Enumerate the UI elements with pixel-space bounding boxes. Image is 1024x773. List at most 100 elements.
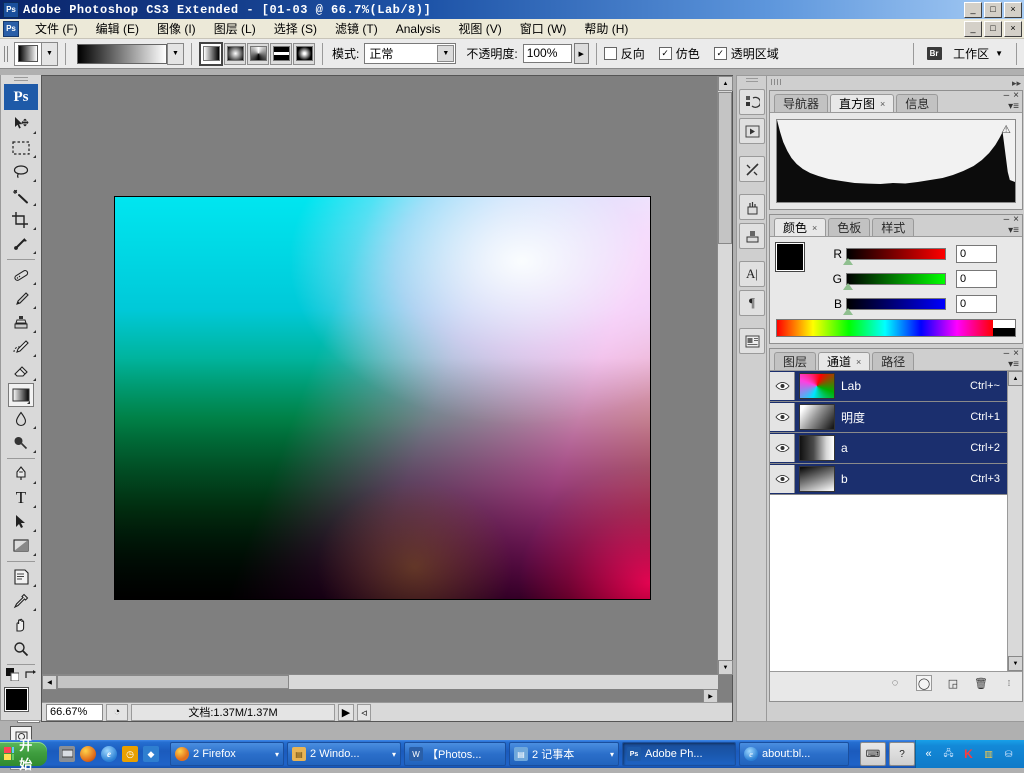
opacity-stepper-chevron-icon[interactable]: ▶ <box>573 43 589 64</box>
network-connection-icon[interactable]: ⛁ <box>1001 747 1016 762</box>
close-icon[interactable]: × <box>856 354 861 370</box>
color-spectrum-ramp[interactable] <box>776 319 1016 337</box>
default-colors-icon[interactable] <box>5 668 19 684</box>
close-icon[interactable]: × <box>812 220 817 236</box>
tab-swatches[interactable]: 色板 <box>828 218 871 236</box>
lasso-tool[interactable] <box>3 160 39 184</box>
show-desktop-icon[interactable] <box>59 746 76 762</box>
clock-icon[interactable]: ◷ <box>122 746 139 762</box>
layer-comps-panel-icon[interactable] <box>739 328 765 354</box>
channels-panel-menu-icon[interactable]: ▾≡ <box>1008 359 1019 370</box>
brush-tool[interactable] <box>3 287 39 311</box>
eyedropper-tool[interactable] <box>3 589 39 613</box>
go-to-bridge-button[interactable]: Br <box>921 43 947 65</box>
options-bar-grip[interactable] <box>2 42 11 65</box>
firefox-icon[interactable] <box>80 746 97 762</box>
clone-source-panel-icon[interactable] <box>739 223 765 249</box>
eye-icon[interactable] <box>770 372 795 400</box>
tab-paths[interactable]: 路径 <box>872 352 915 370</box>
pen-tool[interactable] <box>3 462 39 486</box>
taskbar-adobe-photoshop[interactable]: Ps Adobe Ph... <box>622 742 737 766</box>
media-icon[interactable]: ◆ <box>143 746 160 762</box>
hand-tool[interactable] <box>3 613 39 637</box>
horizontal-scroll-thumb[interactable] <box>57 675 289 689</box>
menu-item-window[interactable]: 窗口 (W) <box>511 19 576 38</box>
path-selection-tool[interactable] <box>3 510 39 534</box>
blend-mode-select[interactable]: 正常 ▼ <box>364 43 457 64</box>
red-channel-value[interactable]: 0 <box>956 245 997 263</box>
eye-icon[interactable] <box>770 434 795 462</box>
minimize-icon[interactable]: – <box>1004 348 1010 359</box>
eye-icon[interactable] <box>770 465 795 493</box>
tool-preset-picker[interactable] <box>14 41 42 66</box>
canvas-vertical-scrollbar[interactable]: ▲ ▼ <box>717 76 733 675</box>
actions-panel-icon[interactable] <box>739 118 765 144</box>
transparency-checkbox[interactable]: ✓ <box>713 47 727 60</box>
panel-close-icon[interactable]: × <box>1013 90 1019 101</box>
language-bar-help-button[interactable]: ? <box>889 742 916 766</box>
status-proxy-preview-icon[interactable]: ◔ <box>106 703 128 721</box>
tool-preset-chevron-down-icon[interactable]: ▼ <box>42 41 58 66</box>
opacity-input[interactable]: 100% <box>522 44 572 63</box>
delete-channel-button[interactable]: 🗑 <box>974 676 988 690</box>
eraser-tool[interactable] <box>3 359 39 383</box>
scroll-left-button[interactable]: ◀ <box>42 675 57 690</box>
green-channel-slider[interactable] <box>843 273 946 290</box>
channel-row-b[interactable]: b Ctrl+3 <box>770 464 1022 495</box>
zoom-level-input[interactable]: 66.67% <box>46 703 103 721</box>
menu-item-image[interactable]: 图像 (I) <box>148 19 205 38</box>
channels-vertical-scrollbar[interactable]: ▲ ▼ <box>1007 371 1023 671</box>
chevron-down-icon[interactable]: ▾ <box>270 750 279 759</box>
color-panel-menu-icon[interactable]: ▾≡ <box>1008 225 1019 236</box>
menu-item-view[interactable]: 视图 (V) <box>449 19 510 38</box>
save-selection-as-channel-button[interactable]: ◯ <box>916 675 932 691</box>
chevron-down-icon[interactable]: ▾ <box>605 750 614 759</box>
green-slider-knob[interactable] <box>843 283 853 290</box>
radial-gradient-button[interactable] <box>224 42 246 65</box>
foreground-background-swatches[interactable] <box>3 687 40 723</box>
menu-item-analysis[interactable]: Analysis <box>387 21 450 37</box>
blue-channel-slider[interactable] <box>843 298 946 315</box>
network-icon[interactable]: 🖧 <box>941 747 956 762</box>
panel-close-icon[interactable]: × <box>1013 348 1019 359</box>
blue-slider-knob[interactable] <box>843 308 853 315</box>
close-window-button[interactable]: × <box>1004 2 1022 18</box>
transparency-checkbox-group[interactable]: ✓ 透明区域 <box>713 45 779 62</box>
angle-gradient-button[interactable] <box>247 42 269 65</box>
green-channel-value[interactable]: 0 <box>956 270 997 288</box>
histogram-panel-menu-icon[interactable]: ▾≡ <box>1008 101 1019 112</box>
clone-stamp-tool[interactable] <box>3 311 39 335</box>
channels-scroll-down-button[interactable]: ▼ <box>1008 656 1023 671</box>
healing-brush-tool[interactable] <box>3 263 39 287</box>
gradient-tool[interactable] <box>8 383 34 407</box>
tab-histogram[interactable]: 直方图 × <box>830 94 895 112</box>
dither-checkbox[interactable]: ✓ <box>658 47 672 60</box>
kaspersky-icon[interactable]: K <box>961 747 976 762</box>
minimize-icon[interactable]: – <box>1004 90 1010 101</box>
notes-tool[interactable] <box>3 565 39 589</box>
type-tool[interactable]: T <box>3 486 39 510</box>
red-slider-knob[interactable] <box>843 258 853 265</box>
vertical-scroll-thumb[interactable] <box>718 92 732 244</box>
eye-icon[interactable] <box>770 403 795 431</box>
monitor-stats-icon[interactable]: ▥ <box>981 747 996 762</box>
new-channel-button[interactable]: ◲ <box>946 676 960 690</box>
history-brush-tool[interactable] <box>3 335 39 359</box>
brushes-panel-icon[interactable] <box>739 194 765 220</box>
reflected-gradient-button[interactable] <box>270 42 292 65</box>
zoom-tool[interactable] <box>3 637 39 661</box>
crop-tool[interactable] <box>3 208 39 232</box>
shape-tool[interactable] <box>3 534 39 558</box>
load-channel-as-selection-button[interactable]: ◌ <box>888 676 902 690</box>
paragraph-panel-icon[interactable]: ¶ <box>739 290 765 316</box>
document-system-menu-icon[interactable]: Ps <box>3 20 19 37</box>
channel-row-lab[interactable]: Lab Ctrl+~ <box>770 371 1022 402</box>
menu-item-select[interactable]: 选择 (S) <box>265 19 326 38</box>
collapse-dock-arrows-icon[interactable]: ▸▸ <box>1012 78 1021 89</box>
canvas-area[interactable] <box>42 76 718 689</box>
reverse-checkbox[interactable] <box>603 47 617 60</box>
foreground-color-swatch[interactable] <box>4 687 29 712</box>
red-channel-slider[interactable] <box>843 248 946 265</box>
channel-row-a[interactable]: a Ctrl+2 <box>770 433 1022 464</box>
channel-row-lightness[interactable]: 明度 Ctrl+1 <box>770 402 1022 433</box>
